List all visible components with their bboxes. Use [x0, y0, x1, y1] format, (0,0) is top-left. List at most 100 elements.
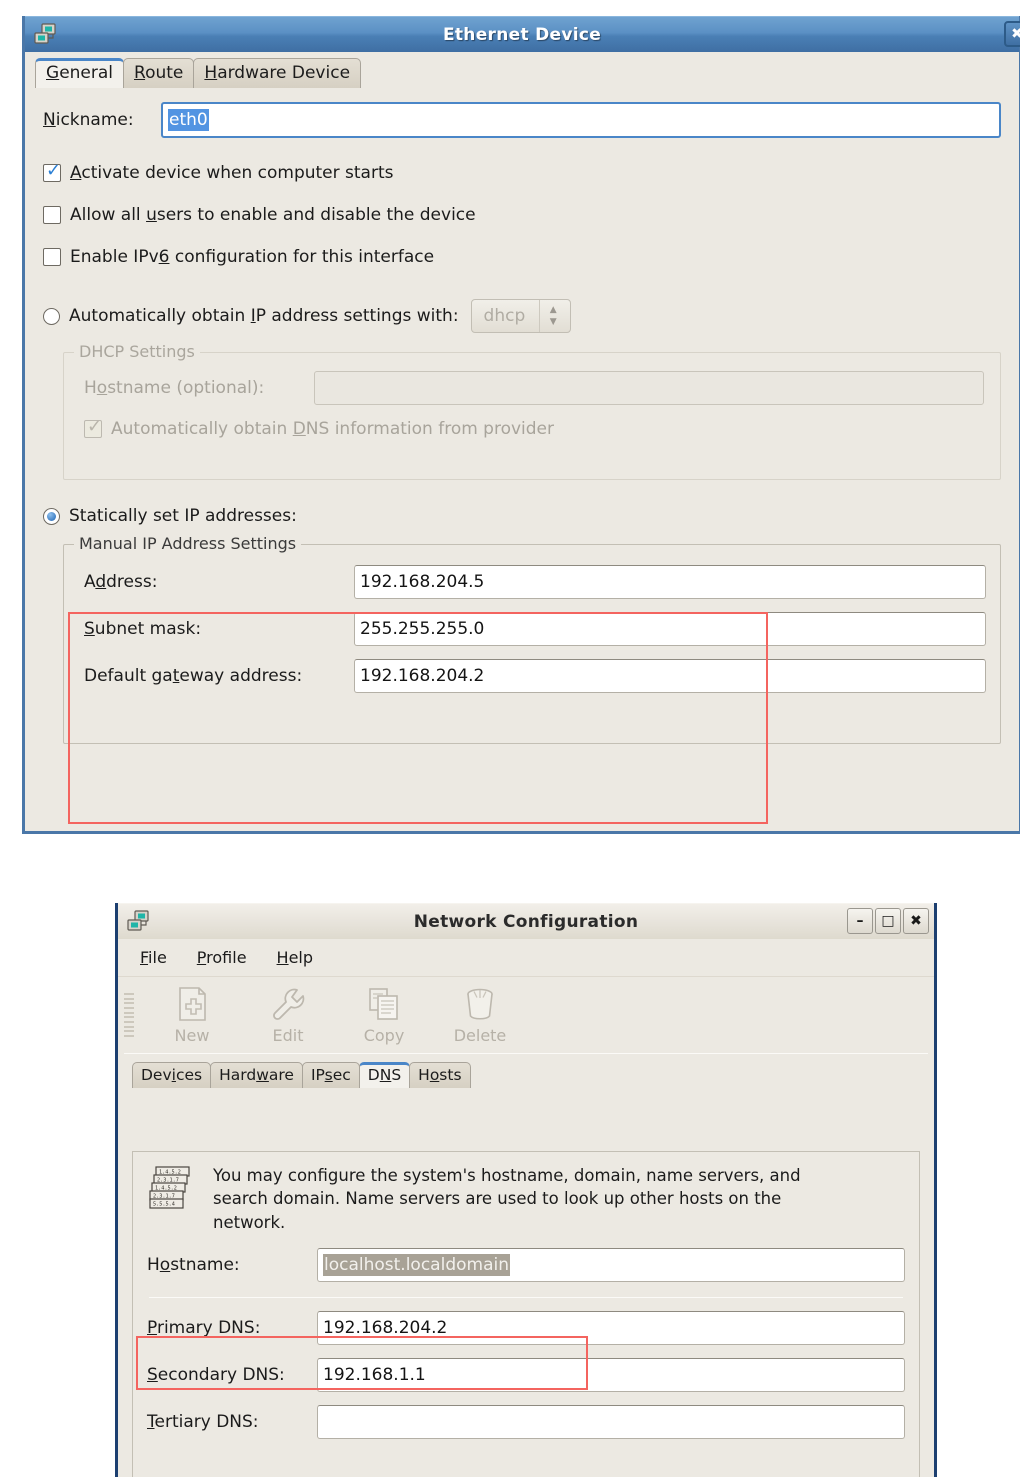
network-config-titlebar[interactable]: Network Configuration – □ ✖	[118, 903, 934, 939]
toolbar-new-label: New	[174, 1026, 210, 1045]
tab-hosts[interactable]: Hosts	[409, 1062, 471, 1088]
dns-tab-page: 1.4.5.2 2.3.1.7 1.4.5.2 2.3.1.7 5.5.5.4 …	[132, 1151, 920, 1477]
copy-pages-icon	[363, 985, 405, 1023]
nickname-value: eth0	[168, 109, 209, 131]
auto-obtain-ip-radio[interactable]	[43, 307, 60, 325]
address-label: Address:	[84, 572, 158, 592]
address-value: 192.168.204.5	[360, 572, 485, 592]
network-config-icon	[126, 909, 152, 934]
subnet-mask-label: Subnet mask:	[84, 619, 202, 639]
tertiary-dns-input[interactable]	[317, 1405, 905, 1440]
tab-ipsec[interactable]: IPsec	[301, 1062, 360, 1088]
nickname-label: Nickname:	[43, 110, 134, 130]
close-icon[interactable]: ✖	[903, 908, 929, 934]
dhcp-settings-frame-title: DHCP Settings	[74, 342, 200, 361]
toolbar-edit-button[interactable]: Edit	[240, 985, 336, 1045]
toolbar-delete-button[interactable]: Delete	[432, 985, 528, 1045]
close-icon[interactable]: ✖	[1004, 21, 1020, 47]
tab-general-label: eneral	[59, 63, 114, 83]
dhcp-hostname-row: Hostname (optional):	[84, 371, 984, 405]
toolbar-copy-button[interactable]: Copy	[336, 985, 432, 1045]
toolbar-delete-label: Delete	[453, 1026, 507, 1045]
dhcp-settings-frame: DHCP Settings Hostname (optional): ✓ Aut…	[63, 342, 1001, 480]
subnet-mask-input[interactable]: 255.255.255.0	[354, 612, 986, 646]
ethernet-tabstrip: General Route Hardware Device	[25, 52, 1019, 88]
hostname-row: Hostname: localhost.localdomain	[147, 1248, 905, 1283]
ethernet-window-title: Ethernet Device	[442, 24, 602, 45]
default-gateway-value: 192.168.204.2	[360, 666, 485, 686]
secondary-dns-label: Secondary DNS:	[147, 1365, 285, 1386]
static-ip-radio-row[interactable]: Statically set IP addresses:	[43, 494, 1001, 538]
tab-hardware-device[interactable]: Hardware Device	[193, 58, 362, 88]
toolbar: New Edit Copy Delete	[118, 977, 934, 1053]
tab-hardware[interactable]: Hardware	[210, 1062, 303, 1088]
address-input[interactable]: 192.168.204.5	[354, 565, 986, 599]
svg-text:2.3.1.7: 2.3.1.7	[157, 1178, 179, 1184]
activate-device-label: Activate device when computer starts	[70, 163, 394, 183]
activate-device-checkbox-row[interactable]: ✓ Activate device when computer starts	[43, 152, 1001, 194]
auto-obtain-dns-checkbox: ✓	[84, 418, 102, 438]
menu-file[interactable]: File	[140, 948, 167, 967]
ethernet-titlebar[interactable]: Ethernet Device ✖	[25, 16, 1020, 52]
enable-ipv6-checkbox[interactable]	[43, 248, 61, 266]
svg-text:5.5.5.4: 5.5.5.4	[153, 1202, 175, 1208]
dns-description-text: You may configure the system's hostname,…	[213, 1166, 801, 1232]
svg-text:1.4.5.2: 1.4.5.2	[159, 1170, 181, 1176]
toolbar-copy-label: Copy	[363, 1026, 405, 1045]
activate-device-checkbox[interactable]: ✓	[43, 162, 61, 182]
toolbar-new-button[interactable]: New	[144, 985, 240, 1045]
auto-obtain-ip-radio-row[interactable]: Automatically obtain IP address settings…	[43, 292, 1001, 340]
manual-ip-settings-frame-title: Manual IP Address Settings	[74, 534, 302, 553]
dns-records-stack-icon: 1.4.5.2 2.3.1.7 1.4.5.2 2.3.1.7 5.5.5.4	[147, 1164, 199, 1214]
tab-hardware-device-label: ardware Device	[217, 63, 351, 83]
auto-obtain-dns-checkbox-row: ✓ Automatically obtain DNS information f…	[84, 418, 984, 439]
subnet-mask-value: 255.255.255.0	[360, 619, 485, 639]
svg-text:1.4.5.2: 1.4.5.2	[155, 1186, 177, 1192]
tab-dns[interactable]: DNS	[358, 1062, 411, 1088]
general-tab-page: Nickname: eth0 ✓ Activate device when co…	[25, 88, 1019, 831]
network-config-tabstrip: Devices Hardware IPsec DNS Hosts	[118, 1054, 934, 1088]
static-ip-radio[interactable]	[43, 507, 60, 525]
hostname-input[interactable]: localhost.localdomain	[317, 1248, 905, 1283]
secondary-dns-row: Secondary DNS: 192.168.1.1	[147, 1358, 905, 1393]
new-document-icon	[171, 985, 213, 1023]
tertiary-dns-row: Tertiary DNS:	[147, 1405, 905, 1440]
tertiary-dns-label: Tertiary DNS:	[147, 1412, 259, 1433]
menubar: File Profile Help	[118, 939, 934, 977]
network-config-window-title: Network Configuration	[413, 911, 639, 932]
primary-dns-value: 192.168.204.2	[323, 1318, 448, 1339]
menu-help[interactable]: Help	[277, 948, 313, 967]
primary-dns-label: Primary DNS:	[147, 1318, 261, 1339]
enable-ipv6-checkbox-row[interactable]: Enable IPv6 configuration for this inter…	[43, 236, 1001, 278]
minimize-icon[interactable]: –	[847, 908, 873, 934]
menu-profile[interactable]: Profile	[197, 948, 247, 967]
subnet-mask-row: Subnet mask: 255.255.255.0	[84, 612, 986, 646]
auto-obtain-dns-label: Automatically obtain DNS information fro…	[111, 419, 555, 439]
toolbar-edit-label: Edit	[272, 1026, 304, 1045]
trash-can-icon	[459, 985, 501, 1023]
secondary-dns-input[interactable]: 192.168.1.1	[317, 1358, 905, 1393]
default-gateway-input[interactable]: 192.168.204.2	[354, 659, 986, 693]
secondary-dns-value: 192.168.1.1	[323, 1365, 426, 1386]
address-row: Address: 192.168.204.5	[84, 565, 986, 599]
primary-dns-input[interactable]: 192.168.204.2	[317, 1311, 905, 1346]
allow-all-users-checkbox[interactable]	[43, 206, 61, 224]
chevron-up-down-icon: ▲ ▼	[549, 304, 557, 327]
static-ip-label: Statically set IP addresses:	[69, 506, 297, 526]
enable-ipv6-label: Enable IPv6 configuration for this inter…	[70, 247, 435, 267]
network-config-window-buttons: – □ ✖	[847, 908, 929, 934]
allow-all-users-checkbox-row[interactable]: Allow all users to enable and disable th…	[43, 194, 1001, 236]
maximize-icon[interactable]: □	[875, 908, 901, 934]
toolbar-grip[interactable]	[124, 993, 134, 1037]
wrench-icon	[267, 985, 309, 1023]
dhcp-protocol-value: dhcp	[483, 306, 526, 326]
default-gateway-row: Default gateway address: 192.168.204.2	[84, 659, 986, 693]
network-device-icon	[33, 22, 59, 47]
nickname-input[interactable]: eth0	[161, 102, 1001, 138]
ethernet-device-window: Ethernet Device ✖ General Route Hardware…	[22, 16, 1020, 834]
tab-devices[interactable]: Devices	[132, 1062, 212, 1088]
screenshot-root: Ethernet Device ✖ General Route Hardware…	[0, 0, 1020, 1477]
tab-route[interactable]: Route	[123, 58, 195, 88]
dhcp-protocol-combo[interactable]: dhcp ▲ ▼	[470, 299, 571, 333]
tab-general[interactable]: General	[35, 58, 125, 88]
